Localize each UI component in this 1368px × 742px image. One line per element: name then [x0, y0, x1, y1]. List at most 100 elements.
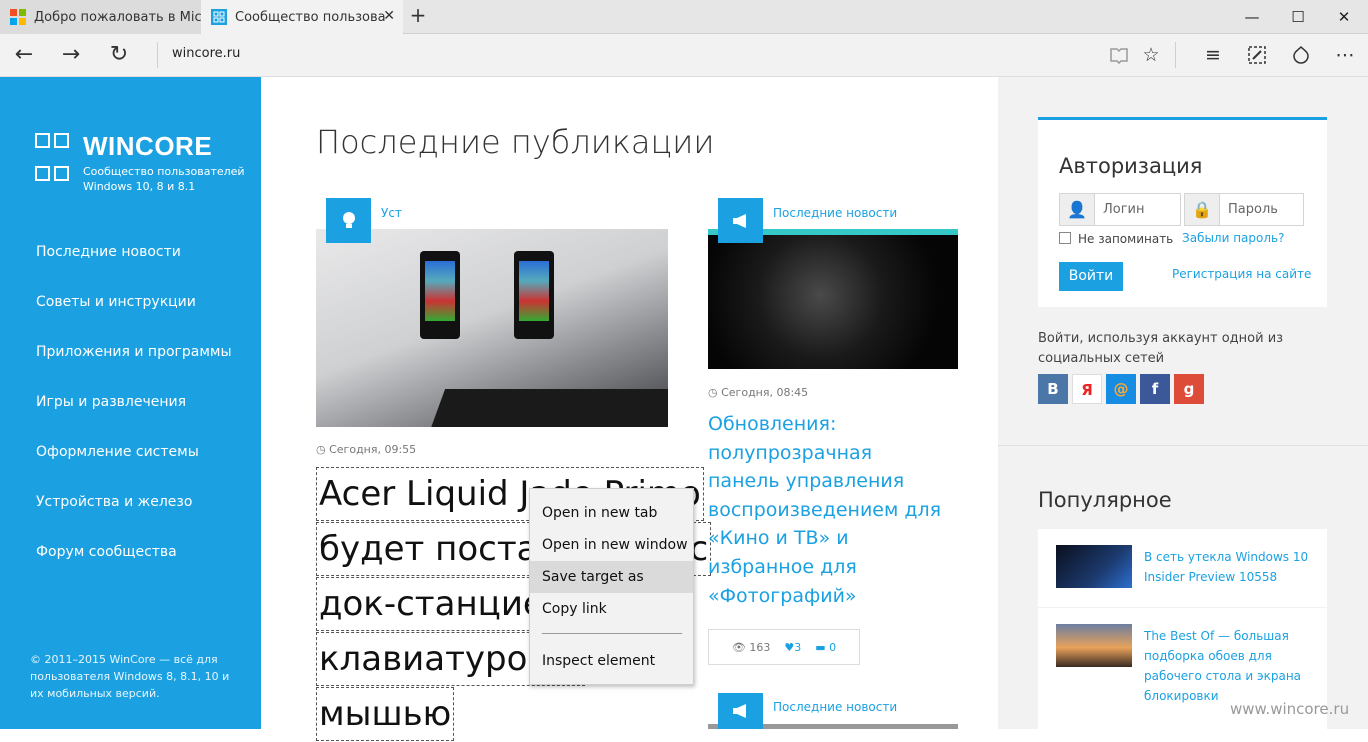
logo-subtitle: Сообщество пользователей Windows 10, 8 и… — [83, 164, 245, 194]
lock-icon: 🔒 — [1185, 194, 1220, 225]
post-time: ◷ Сегодня, 09:55 — [316, 443, 416, 456]
minimize-button[interactable]: — — [1229, 0, 1275, 34]
close-tab-icon[interactable]: ✕ — [383, 8, 395, 24]
heart-icon: ♥ — [784, 640, 795, 654]
post-time-text: Сегодня, 09:55 — [329, 443, 417, 456]
logo-subtitle-line: Сообщество пользователей — [83, 165, 245, 178]
ctx-open-new-window[interactable]: Open in new window — [530, 529, 693, 561]
divider — [157, 42, 158, 68]
comment-icon: ▬ — [815, 640, 830, 654]
wincore-favicon-icon — [211, 9, 227, 25]
post-category[interactable]: Последние новости — [773, 700, 897, 714]
logo-title: WINCORE — [83, 131, 213, 161]
more-icon[interactable]: ⋯ — [1330, 40, 1360, 70]
lightbulb-icon[interactable] — [326, 198, 371, 243]
share-icon[interactable] — [1286, 40, 1316, 70]
phone-image — [420, 251, 460, 339]
remember-checkbox[interactable] — [1059, 232, 1071, 244]
watermark: www.wincore.ru — [1230, 700, 1350, 718]
popular-title: Популярное — [1038, 488, 1172, 512]
sidebar-item-devices[interactable]: Устройства и железо — [36, 494, 232, 544]
web-note-icon[interactable] — [1242, 40, 1272, 70]
back-arrow-icon[interactable]: ← — [8, 40, 40, 70]
user-icon: 👤 — [1060, 194, 1095, 225]
post-stats: 👁 163 ♥3 ▬ 0 — [708, 629, 860, 665]
post-image[interactable] — [708, 229, 958, 369]
popular-item[interactable]: В сеть утекла Windows 10 Insider Preview… — [1038, 529, 1327, 607]
post-time-text: Сегодня, 08:45 — [721, 386, 809, 399]
login-placeholder: Логин — [1103, 202, 1145, 217]
google-button[interactable]: g — [1174, 374, 1204, 404]
sidebar: WINCORE Сообщество пользователей Windows… — [0, 77, 261, 729]
close-window-button[interactable]: ✕ — [1321, 0, 1367, 34]
comments-count[interactable]: ▬ 0 — [815, 641, 836, 654]
tab-wincore[interactable]: Сообщество пользова ✕ — [201, 0, 403, 34]
address-bar: ← → ↻ wincore.ru ☆ ≡ ⋯ — [0, 34, 1368, 77]
forward-arrow-icon[interactable]: → — [55, 40, 87, 70]
maximize-button[interactable]: ☐ — [1275, 0, 1321, 34]
sidebar-item-forum[interactable]: Форум сообщества — [36, 544, 232, 594]
login-button[interactable]: Войти — [1059, 262, 1123, 291]
ctx-open-new-tab[interactable]: Open in new tab — [530, 497, 693, 529]
login-field[interactable]: 👤 Логин — [1059, 193, 1181, 226]
post-title-line[interactable]: мышью — [316, 687, 455, 741]
clock-icon: ◷ — [708, 386, 722, 399]
register-link[interactable]: Регистрация на сайте — [1172, 267, 1311, 281]
page-title: Последние публикации — [316, 123, 715, 161]
popular-item-title[interactable]: The Best Of — большая подборка обоев для… — [1144, 626, 1319, 706]
megaphone-icon[interactable] — [718, 693, 763, 729]
yandex-button[interactable]: Я — [1072, 374, 1102, 404]
sidebar-item-themes[interactable]: Оформление системы — [36, 444, 232, 494]
mailru-button[interactable]: @ — [1106, 374, 1136, 404]
sidebar-item-apps[interactable]: Приложения и программы — [36, 344, 232, 394]
ctx-inspect-element[interactable]: Inspect element — [530, 645, 693, 677]
views-count: 👁 163 — [732, 641, 770, 654]
login-panel: Авторизация 👤 Логин 🔒 Пароль Не запомина… — [1038, 117, 1327, 307]
post-category[interactable]: Последние новости — [773, 206, 897, 220]
forgot-password-link[interactable]: Забыли пароль? — [1182, 231, 1284, 245]
vk-button[interactable]: В — [1038, 374, 1068, 404]
new-tab-button[interactable]: + — [405, 3, 431, 31]
wincore-logo-icon — [35, 133, 69, 194]
ctx-copy-link[interactable]: Copy link — [530, 593, 693, 625]
post-title-link[interactable]: Обновления: полупрозрачная панель управл… — [708, 410, 948, 610]
sidebar-menu: Последние новости Советы и инструкции Пр… — [36, 244, 232, 594]
divider — [998, 445, 1368, 446]
password-placeholder: Пароль — [1228, 202, 1278, 217]
site-logo[interactable]: WINCORE Сообщество пользователей Windows… — [35, 131, 245, 194]
copyright-text: © 2011–2015 WinCore — всё для пользовате… — [30, 653, 230, 700]
ctx-save-target-as[interactable]: Save target as — [530, 561, 693, 593]
menu-divider — [542, 633, 682, 634]
keyboard-image — [426, 389, 668, 427]
hub-icon[interactable]: ≡ — [1198, 40, 1228, 70]
popular-item-title[interactable]: В сеть утекла Windows 10 Insider Preview… — [1144, 547, 1319, 587]
password-field[interactable]: 🔒 Пароль — [1184, 193, 1304, 226]
url-field[interactable]: wincore.ru — [172, 46, 240, 61]
likes-count[interactable]: ♥3 — [784, 641, 801, 654]
likes-value: 3 — [794, 640, 802, 654]
tab-welcome[interactable]: Добро пожаловать в Micr — [0, 0, 201, 34]
megaphone-icon[interactable] — [718, 198, 763, 243]
logo-subtitle-line: Windows 10, 8 и 8.1 — [83, 180, 196, 193]
social-login-text: Войти, используя аккаунт одной из социал… — [1038, 331, 1284, 366]
sidebar-item-news[interactable]: Последние новости — [36, 244, 232, 294]
clock-icon: ◷ — [316, 443, 330, 456]
tab-title: Сообщество пользова — [235, 9, 386, 25]
sidebar-item-games[interactable]: Игры и развлечения — [36, 394, 232, 444]
tab-title: Добро пожаловать в Micr — [34, 9, 201, 25]
post-time: ◷ Сегодня, 08:45 — [708, 386, 808, 399]
phone-image — [514, 251, 554, 339]
remember-label[interactable]: Не запоминать — [1078, 232, 1173, 246]
favorite-star-icon[interactable]: ☆ — [1136, 40, 1166, 70]
post-category[interactable]: Уст — [381, 206, 402, 220]
eye-icon: 👁 — [731, 640, 750, 654]
reading-view-icon[interactable] — [1104, 40, 1134, 70]
sidebar-item-tips[interactable]: Советы и инструкции — [36, 294, 232, 344]
popular-thumbnail — [1056, 624, 1132, 667]
facebook-button[interactable]: f — [1140, 374, 1170, 404]
context-menu: Open in new tab Open in new window Save … — [529, 488, 694, 685]
comments-value: 0 — [829, 640, 837, 654]
refresh-icon[interactable]: ↻ — [103, 40, 135, 70]
post-image[interactable] — [316, 229, 668, 427]
login-title: Авторизация — [1059, 154, 1203, 178]
